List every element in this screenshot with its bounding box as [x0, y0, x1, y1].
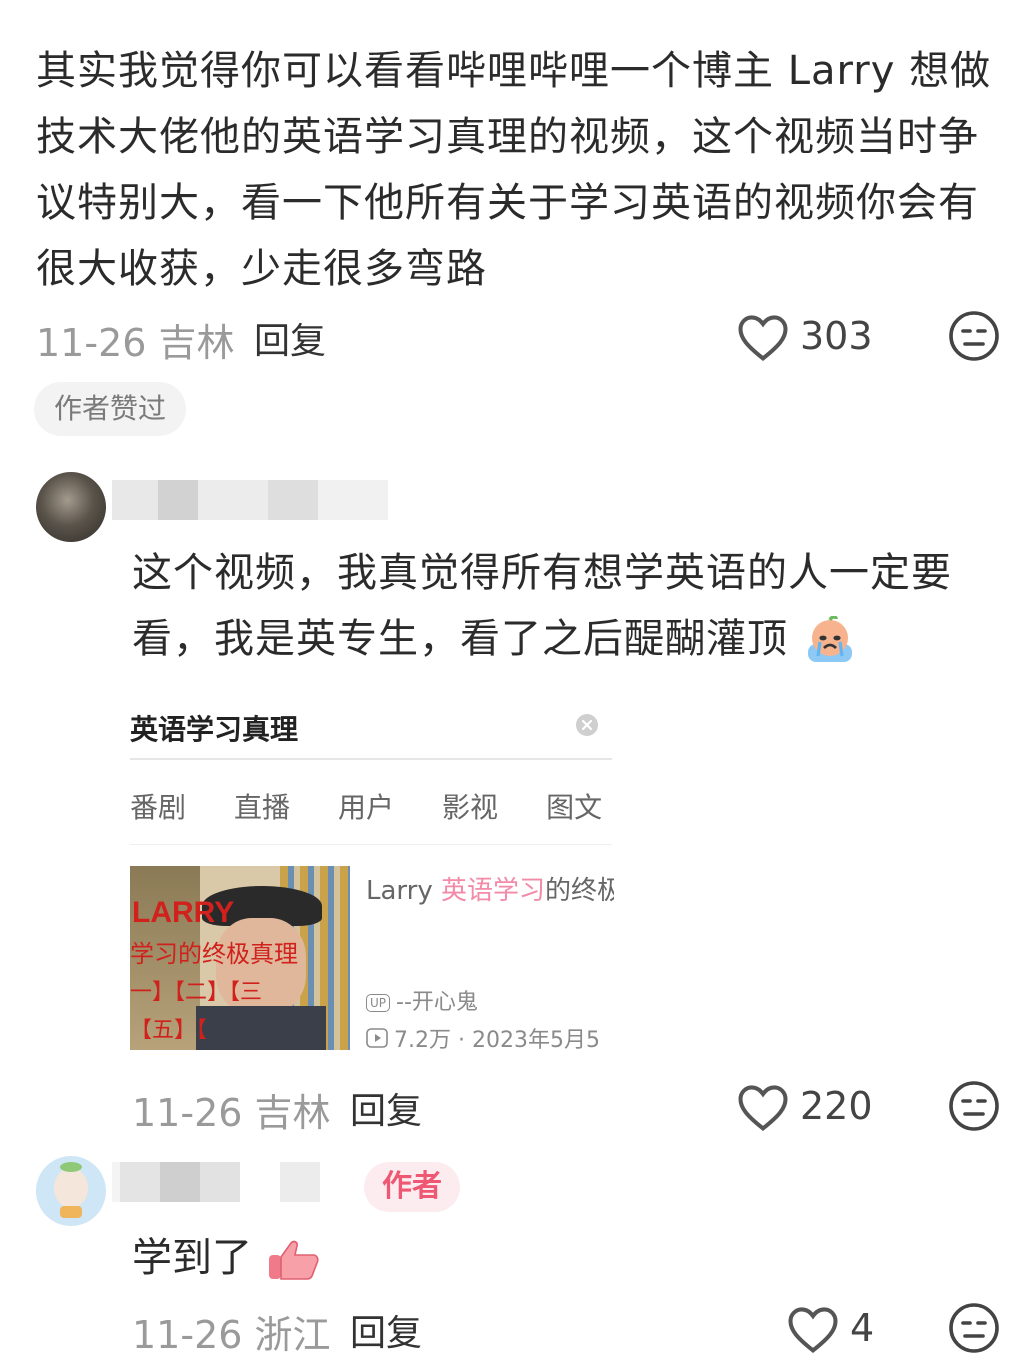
tab-articles: 图文	[546, 791, 603, 824]
tab-live: 直播	[234, 791, 291, 824]
author-liked-badge: 作者赞过	[34, 382, 187, 436]
author-username-blurred[interactable]	[112, 1162, 320, 1202]
video-thumbnail: LARRY 学习的终极真理 一】【二】【三 【五】【	[130, 866, 350, 1050]
thumb-title: LARRY	[132, 896, 235, 929]
username-blurred[interactable]	[112, 480, 388, 520]
embedded-search-tabs: 番剧 直播 用户 影视 图文	[130, 786, 602, 826]
comment-2-like-count: 220	[800, 1084, 873, 1128]
comment-1-date-location: 11-26 吉林	[36, 321, 235, 365]
thumbs-up-emoji-icon	[265, 1239, 321, 1281]
dislike-face-icon[interactable]	[948, 1302, 1000, 1354]
tab-users: 用户	[338, 791, 395, 824]
comment-3-reply-button[interactable]: 回复	[350, 1304, 422, 1356]
embedded-search-query: 英语学习真理	[130, 713, 299, 746]
up-badge-icon: UP	[366, 994, 391, 1012]
heart-icon[interactable]	[736, 1082, 790, 1132]
comment-3-like-count: 4	[850, 1306, 875, 1350]
tabs-divider	[130, 844, 612, 845]
heart-icon[interactable]	[786, 1304, 840, 1354]
comment-3-date-location: 11-26 浙江	[132, 1313, 331, 1357]
dislike-face-icon[interactable]	[948, 310, 1000, 362]
comment-3-text: 学到了	[132, 1230, 321, 1286]
thumb-subtitle: 学习的终极真理	[130, 940, 298, 968]
comment-1-text: 其实我觉得你可以看看哔哩哔哩一个博主 Larry 想做技术大佬他的英语学习真理的…	[36, 48, 992, 292]
dislike-face-icon[interactable]	[948, 1080, 1000, 1132]
clear-search-icon	[575, 713, 599, 737]
video-title: Larry 英语学习的终极	[366, 876, 614, 906]
play-count-icon	[366, 1028, 388, 1054]
comment-2-date-location: 11-26 吉林	[132, 1091, 331, 1135]
comment-2-reply-button[interactable]: 回复	[350, 1082, 422, 1134]
thumb-line4: 【五】【	[130, 1018, 208, 1043]
video-stats: 7.2万 · 2023年5月5	[366, 1022, 614, 1054]
avatar[interactable]	[36, 472, 106, 542]
crying-emoji-icon	[802, 616, 858, 666]
heart-icon[interactable]	[736, 312, 790, 362]
video-author: UP --开心鬼	[366, 984, 478, 1016]
comment-1-reply-button[interactable]: 回复	[254, 312, 326, 364]
author-avatar[interactable]	[36, 1156, 106, 1226]
tab-fanju: 番剧	[130, 791, 187, 824]
author-tag: 作者	[364, 1162, 460, 1212]
comment-2-text: 这个视频，我真觉得所有想学英语的人一定要看，我是英专生，看了之后醍醐灌顶	[132, 540, 992, 672]
tab-film: 影视	[442, 791, 499, 824]
thumb-line3: 一】【二】【三	[130, 980, 263, 1005]
comment-1-like-count: 303	[800, 314, 873, 358]
